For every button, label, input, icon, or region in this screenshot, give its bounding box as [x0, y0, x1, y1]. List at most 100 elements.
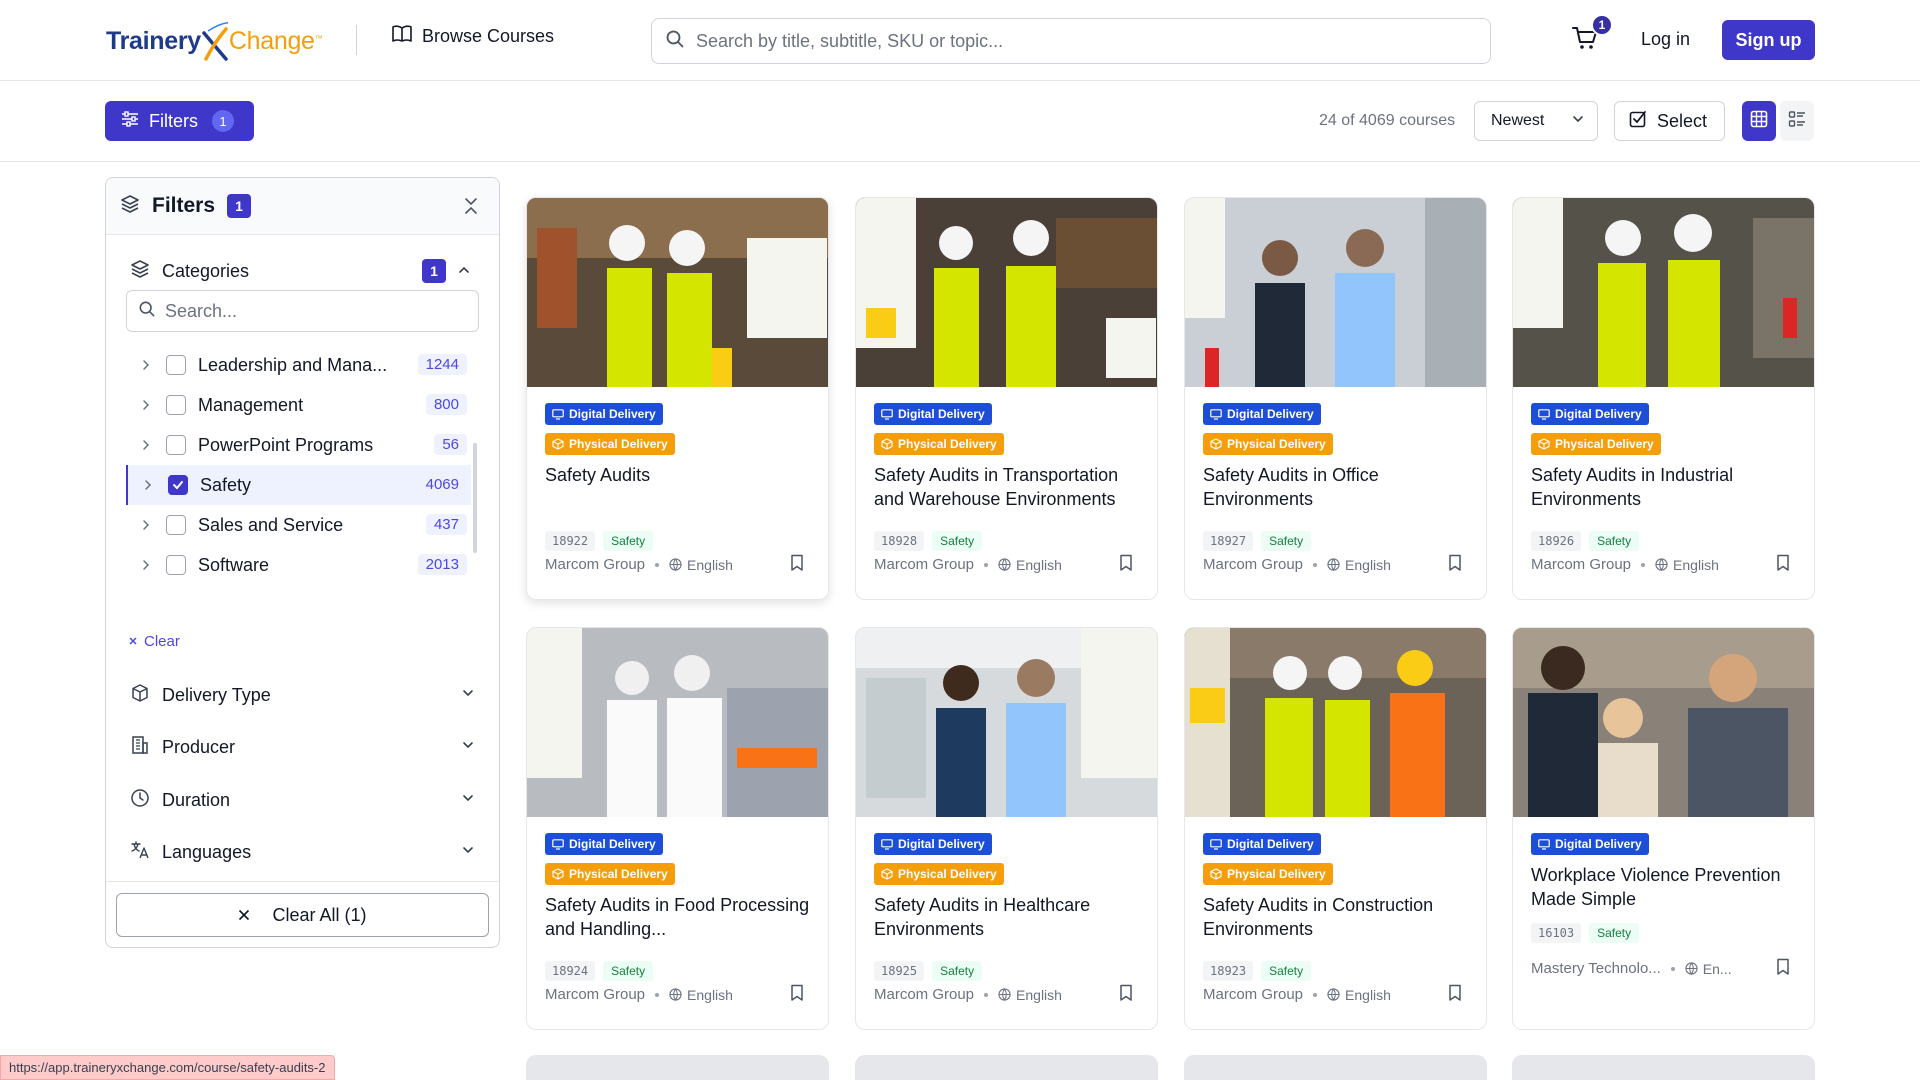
category-search-box[interactable] — [126, 290, 479, 332]
category-item-leadership[interactable]: Leadership and Mana... 1244 — [126, 345, 471, 385]
course-card[interactable]: Digital Delivery Physical Delivery Safet… — [855, 627, 1158, 1030]
category-search-input[interactable] — [165, 300, 465, 322]
digital-delivery-tag: Digital Delivery — [545, 833, 663, 855]
package-icon — [130, 683, 150, 708]
course-card[interactable]: Digital Delivery Physical Delivery Safet… — [526, 627, 829, 1030]
course-category-pill: Safety — [1589, 923, 1640, 943]
course-language: English — [669, 987, 733, 1003]
course-sku: 18922 — [545, 531, 596, 551]
course-search-box[interactable] — [651, 18, 1491, 64]
chevron-right-icon[interactable] — [126, 559, 166, 571]
course-card-partial[interactable] — [526, 1055, 829, 1080]
clock-icon — [130, 788, 150, 813]
bookmark-icon[interactable] — [790, 984, 804, 1006]
bookmark-icon[interactable] — [1448, 984, 1462, 1006]
delivery-type-section[interactable]: Delivery Type — [130, 675, 475, 715]
chevron-right-icon[interactable] — [126, 439, 166, 451]
course-card[interactable]: Digital Delivery Physical Delivery Safet… — [855, 197, 1158, 600]
course-search-input[interactable] — [696, 30, 1476, 52]
course-card-partial[interactable] — [1512, 1055, 1815, 1080]
top-navigation-bar: Trainery Change ™ Browse Courses 1 Log i… — [0, 0, 1920, 81]
grid-view-button[interactable] — [1742, 101, 1776, 141]
category-item-powerpoint[interactable]: PowerPoint Programs 56 — [126, 425, 471, 465]
select-button-label: Select — [1657, 110, 1708, 131]
browse-courses-link[interactable]: Browse Courses — [392, 25, 554, 48]
layers-icon — [130, 259, 150, 284]
course-thumbnail-food-processing-audit — [527, 628, 828, 817]
course-thumbnail-healthcare-audit — [856, 628, 1157, 817]
filters-toggle-button[interactable]: Filters 1 — [105, 101, 254, 141]
course-title: Safety Audits in Industrial Environments — [1531, 465, 1734, 509]
category-checkbox[interactable] — [166, 435, 186, 455]
chevron-right-icon[interactable] — [128, 479, 168, 491]
grid-icon — [1750, 110, 1768, 133]
category-count: 437 — [425, 514, 467, 535]
course-card[interactable]: Digital Delivery Physical Delivery Safet… — [1512, 197, 1815, 600]
course-title: Safety Audits — [545, 465, 651, 485]
duration-section[interactable]: Duration — [130, 780, 475, 820]
course-title: Workplace Violence Prevention Made Simpl… — [1531, 865, 1781, 909]
course-card[interactable]: Digital Delivery Workplace Violence Prev… — [1512, 627, 1815, 1030]
course-title: Safety Audits in Food Processing and Han… — [545, 895, 810, 939]
category-item-sales[interactable]: Sales and Service 437 — [126, 505, 471, 545]
chevron-down-icon — [1571, 112, 1585, 131]
category-item-software[interactable]: Software 2013 — [126, 545, 471, 585]
bookmark-icon[interactable] — [1119, 984, 1133, 1006]
producer-section[interactable]: Producer — [130, 727, 475, 767]
checkbox-edit-icon — [1629, 110, 1647, 133]
sidebar-footer: Clear All (1) — [106, 881, 499, 947]
collapse-panel-icon[interactable] — [463, 196, 479, 221]
results-toolbar: Filters 1 24 of 4069 courses Newest Sele… — [0, 82, 1920, 162]
category-checkbox[interactable] — [166, 355, 186, 375]
course-card[interactable]: Digital Delivery Physical Delivery Safet… — [1184, 197, 1487, 600]
category-checkbox[interactable] — [166, 555, 186, 575]
bookmark-icon[interactable] — [1119, 554, 1133, 576]
chevron-right-icon[interactable] — [126, 399, 166, 411]
course-producer: Marcom Group — [1203, 556, 1304, 573]
bookmark-icon[interactable] — [1776, 958, 1790, 980]
bookmark-icon[interactable] — [790, 554, 804, 576]
category-item-safety[interactable]: Safety 4069 — [126, 465, 471, 505]
trainery-xchange-logo[interactable]: Trainery Change ™ — [106, 16, 323, 66]
signup-button[interactable]: Sign up — [1722, 20, 1815, 60]
categories-section-header[interactable]: Categories 1 — [106, 251, 499, 291]
globe-icon — [1655, 558, 1668, 571]
select-mode-button[interactable]: Select — [1614, 101, 1725, 141]
sort-dropdown[interactable]: Newest — [1474, 101, 1598, 141]
category-list-scrollbar[interactable] — [472, 345, 478, 615]
category-item-management[interactable]: Management 800 — [126, 385, 471, 425]
course-title: Safety Audits in Office Environments — [1203, 465, 1379, 509]
course-card-partial[interactable] — [1184, 1055, 1487, 1080]
chevron-right-icon[interactable] — [126, 359, 166, 371]
course-card-body: Digital Delivery Physical Delivery Safet… — [1513, 387, 1814, 599]
logo-text-trainery: Trainery — [106, 26, 201, 55]
digital-delivery-tag: Digital Delivery — [545, 403, 663, 425]
category-count: 1244 — [417, 354, 467, 375]
clear-all-filters-button[interactable]: Clear All (1) — [116, 893, 489, 937]
course-card[interactable]: Digital Delivery Physical Delivery Safet… — [526, 197, 829, 600]
category-checkbox-checked[interactable] — [168, 475, 188, 495]
category-checkbox[interactable] — [166, 515, 186, 535]
list-view-button[interactable] — [1780, 101, 1814, 141]
delivery-type-label: Delivery Type — [162, 684, 271, 705]
course-card-body: Digital Delivery Physical Delivery Safet… — [527, 817, 828, 1029]
chevron-right-icon[interactable] — [126, 519, 166, 531]
bookmark-icon[interactable] — [1776, 554, 1790, 576]
digital-delivery-tag: Digital Delivery — [1531, 833, 1649, 855]
course-producer: Marcom Group — [545, 986, 646, 1003]
category-checkbox[interactable] — [166, 395, 186, 415]
duration-label: Duration — [162, 789, 231, 810]
list-icon — [1788, 110, 1806, 133]
course-language: English — [998, 987, 1062, 1003]
clear-categories-link[interactable]: Clear — [128, 633, 180, 650]
course-card-partial[interactable] — [855, 1055, 1158, 1080]
bookmark-icon[interactable] — [1448, 554, 1462, 576]
course-card[interactable]: Digital Delivery Physical Delivery Safet… — [1184, 627, 1487, 1030]
cart-button[interactable]: 1 — [1571, 14, 1613, 56]
login-link[interactable]: Log in — [1641, 29, 1690, 50]
book-open-icon — [392, 25, 412, 48]
globe-icon — [669, 988, 682, 1001]
x-icon — [238, 905, 250, 926]
languages-section[interactable]: Languages — [130, 832, 475, 872]
physical-delivery-tag: Physical Delivery — [1203, 863, 1333, 885]
